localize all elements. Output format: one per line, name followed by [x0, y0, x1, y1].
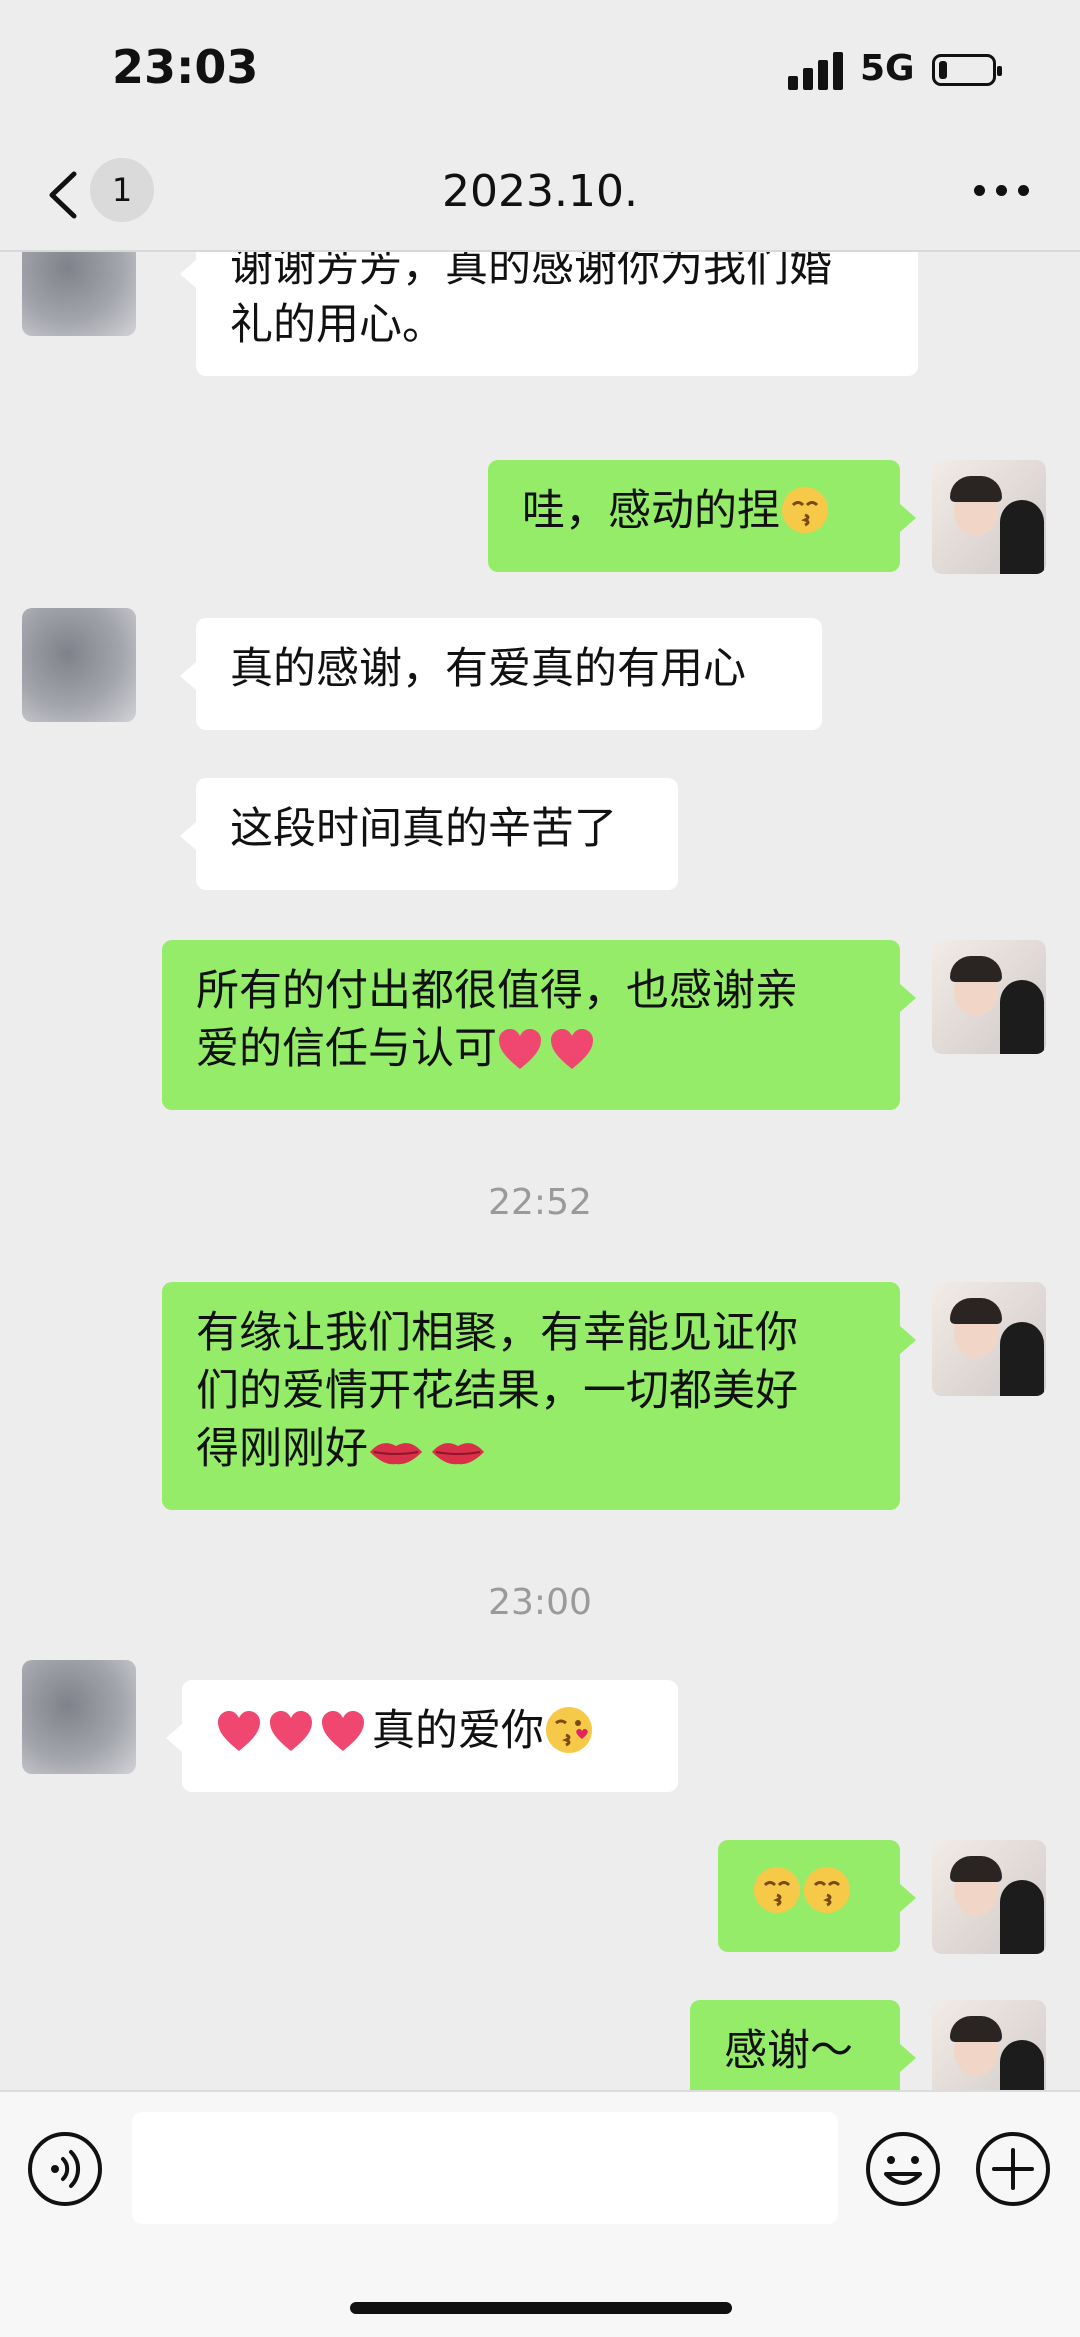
- message-text: 爱的信任与认可: [196, 1024, 497, 1074]
- message-text: 真的爱你: [372, 1706, 544, 1756]
- input-bar: [0, 2090, 1080, 2337]
- network-label: 5G: [860, 48, 915, 89]
- chat-title: 2023.10.: [442, 166, 638, 217]
- home-indicator[interactable]: [350, 2302, 732, 2314]
- my-avatar[interactable]: [932, 940, 1046, 1054]
- heart-icon: [218, 1711, 260, 1751]
- message-bubble-outgoing[interactable]: 感谢～: [690, 2000, 916, 2090]
- kissing-face-icon: [782, 487, 828, 533]
- message-list[interactable]: 谢谢芳芳，真的感谢你为我们婚 礼的用心。 哇，感动的捏 真的感谢，有爱真的有用心…: [0, 252, 1080, 2090]
- kissing-face-icon: [754, 1867, 800, 1913]
- message-text: 得刚刚好: [196, 1424, 368, 1474]
- signal-icon: [788, 50, 844, 90]
- message-text: 感谢～: [724, 2026, 853, 2076]
- emoji-icon[interactable]: [864, 2130, 942, 2208]
- message-input[interactable]: [132, 2112, 838, 2224]
- heart-icon: [322, 1711, 364, 1751]
- status-time: 23:03: [112, 40, 259, 94]
- message-text: 们的爱情开花结果，一切都美好: [196, 1366, 798, 1416]
- message-timestamp: 23:00: [488, 1582, 592, 1623]
- message-bubble-incoming[interactable]: 真的感谢，有爱真的有用心: [180, 618, 822, 730]
- my-avatar[interactable]: [932, 2000, 1046, 2090]
- contact-avatar[interactable]: [22, 1660, 136, 1774]
- lips-icon: [432, 1443, 484, 1465]
- my-avatar[interactable]: [932, 460, 1046, 574]
- message-text: 谢谢芳芳，真的感谢你为我们婚: [230, 252, 832, 292]
- heart-icon: [499, 1029, 541, 1069]
- face-blowing-kiss-icon: [546, 1707, 592, 1753]
- contact-avatar[interactable]: [22, 252, 136, 336]
- message-bubble-incoming[interactable]: 谢谢芳芳，真的感谢你为我们婚 礼的用心。: [180, 252, 918, 376]
- more-dots-icon[interactable]: [974, 185, 1030, 197]
- message-bubble-outgoing[interactable]: 所有的付出都很值得，也感谢亲 爱的信任与认可: [162, 940, 916, 1110]
- status-bar: 23:03 5G: [0, 0, 1080, 140]
- my-avatar[interactable]: [932, 1282, 1046, 1396]
- kissing-face-icon: [804, 1867, 850, 1913]
- message-text: 哇，感动的捏: [522, 486, 780, 536]
- heart-icon: [551, 1029, 593, 1069]
- message-bubble-outgoing[interactable]: 有缘让我们相聚，有幸能见证你 们的爱情开花结果，一切都美好 得刚刚好: [162, 1282, 916, 1510]
- lips-icon: [370, 1443, 422, 1465]
- message-text: 礼的用心。: [230, 300, 445, 350]
- battery-icon: [932, 54, 1002, 86]
- contact-avatar[interactable]: [22, 608, 136, 722]
- voice-icon[interactable]: [26, 2130, 104, 2208]
- message-text: 这段时间真的辛苦了: [230, 804, 617, 854]
- message-bubble-outgoing[interactable]: [718, 1840, 916, 1952]
- heart-icon: [270, 1711, 312, 1751]
- my-avatar[interactable]: [932, 1840, 1046, 1954]
- message-bubble-outgoing[interactable]: 哇，感动的捏: [488, 460, 916, 572]
- plus-icon[interactable]: [974, 2130, 1052, 2208]
- message-bubble-incoming[interactable]: 这段时间真的辛苦了: [180, 778, 678, 890]
- message-text: 所有的付出都很值得，也感谢亲: [196, 966, 798, 1016]
- message-bubble-incoming[interactable]: 真的爱你: [166, 1680, 678, 1792]
- message-text: 有缘让我们相聚，有幸能见证你: [196, 1308, 798, 1358]
- message-timestamp: 22:52: [488, 1182, 592, 1223]
- message-text: 真的感谢，有爱真的有用心: [230, 644, 746, 694]
